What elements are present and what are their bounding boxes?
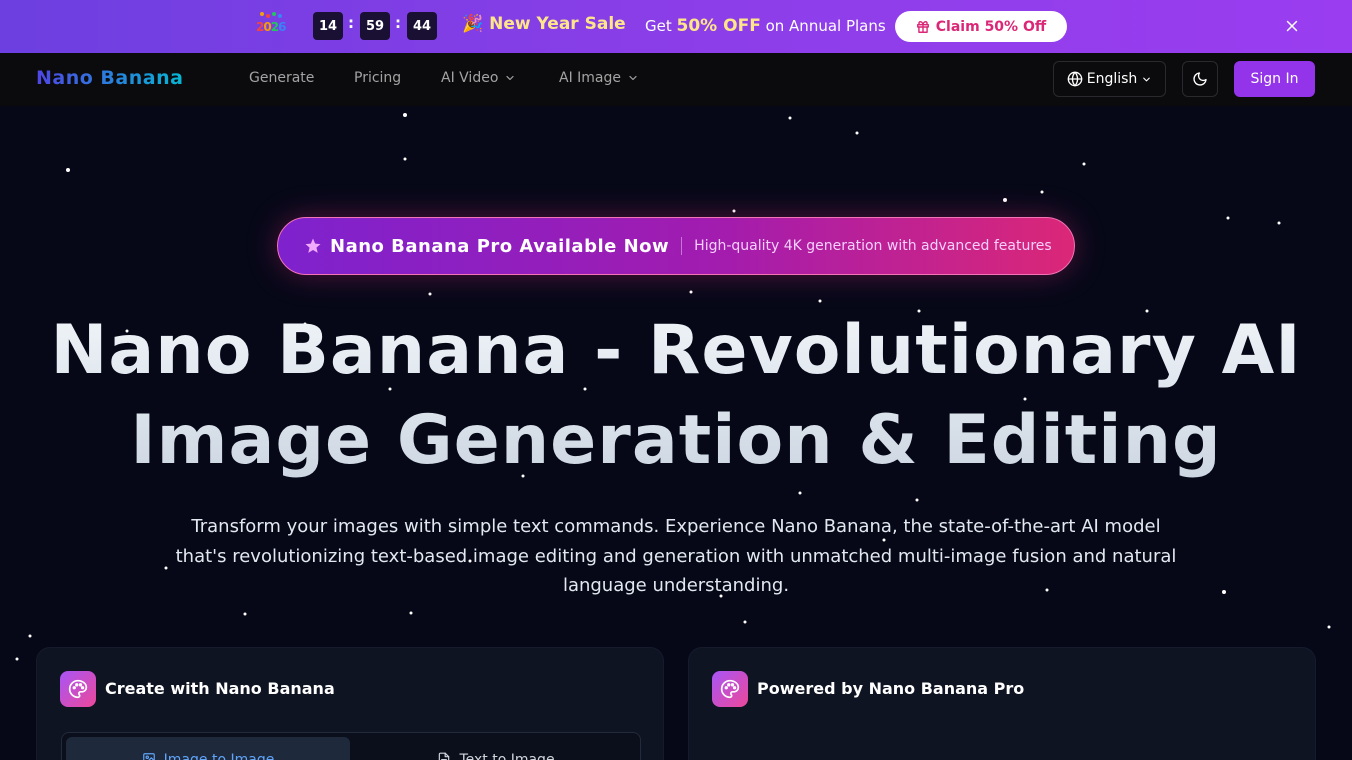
- palette-icon: [712, 671, 748, 707]
- tab-image-to-image[interactable]: Image to Image: [66, 737, 350, 760]
- moon-icon: [1193, 72, 1207, 86]
- announcement-title: Nano Banana Pro Available Now: [330, 235, 670, 257]
- claim-discount-button[interactable]: Claim 50% Off: [895, 11, 1067, 42]
- nav-link-ai-video[interactable]: AI Video: [441, 70, 516, 86]
- create-card-title: Create with Nano Banana: [105, 679, 335, 698]
- powered-card: Powered by Nano Banana Pro: [688, 647, 1316, 760]
- site-logo[interactable]: Nano Banana: [36, 67, 183, 89]
- hero-title-line-1: Nano Banana - Revolutionary AI: [50, 311, 1302, 390]
- claim-label: Claim 50% Off: [935, 18, 1047, 35]
- sale-description: Get 50% OFF on Annual Plans: [645, 16, 886, 36]
- globe-icon: [1067, 71, 1083, 87]
- sign-in-button[interactable]: Sign In: [1234, 61, 1315, 97]
- tab-text-to-image[interactable]: Text to Image: [354, 737, 638, 760]
- powered-card-title: Powered by Nano Banana Pro: [757, 679, 1025, 698]
- language-selector[interactable]: English: [1053, 61, 1166, 97]
- chevron-down-icon: [1143, 77, 1151, 81]
- hero-description: Transform your images with simple text c…: [175, 516, 1177, 596]
- announcement-pill[interactable]: Nano Banana Pro Available Now High-quali…: [277, 217, 1075, 275]
- language-label: English: [1086, 71, 1138, 87]
- palette-icon: [60, 671, 96, 707]
- top-navbar: Nano Banana Generate Pricing AI Video AI…: [0, 53, 1352, 106]
- party-popper-icon: 🎉: [462, 14, 484, 34]
- chevron-down-icon: [506, 75, 514, 81]
- promo-banner: 2026 14 : 59 : 44 🎉 New Year Sale Get 50%…: [0, 0, 1352, 53]
- announcement-subtitle: High-quality 4K generation with advanced…: [694, 238, 1052, 254]
- countdown-separator: :: [348, 14, 354, 32]
- tab-label: Image to Image: [163, 752, 275, 760]
- sale-title: 🎉 New Year Sale: [462, 14, 626, 34]
- hero-title-line-2: Image Generation & Editing: [130, 401, 1222, 480]
- year-badge: 2026: [256, 20, 286, 34]
- countdown-seconds: 44: [407, 12, 437, 40]
- hero-title: Nano Banana - Revolutionary AI Image Gen…: [0, 306, 1352, 486]
- star-icon: [305, 238, 321, 253]
- countdown-minutes: 59: [360, 12, 390, 40]
- theme-toggle-button[interactable]: [1182, 61, 1218, 97]
- countdown-hours: 14: [313, 12, 343, 40]
- mode-tabs: Image to Image Text to Image: [61, 732, 641, 760]
- image-icon: [142, 753, 155, 760]
- nav-link-ai-image[interactable]: AI Image: [559, 70, 639, 86]
- nav-link-generate[interactable]: Generate: [249, 70, 314, 86]
- close-icon[interactable]: [1283, 17, 1301, 35]
- chevron-down-icon: [629, 75, 637, 81]
- countdown-separator: :: [395, 14, 401, 32]
- nav-link-pricing[interactable]: Pricing: [354, 70, 401, 86]
- create-card: Create with Nano Banana Image to Image T…: [36, 647, 664, 760]
- year-emoji-icon: 2026: [256, 12, 286, 40]
- file-text-icon: [439, 752, 450, 760]
- tab-label: Text to Image: [459, 752, 555, 760]
- pill-divider: [681, 237, 683, 255]
- gift-icon: [916, 20, 929, 33]
